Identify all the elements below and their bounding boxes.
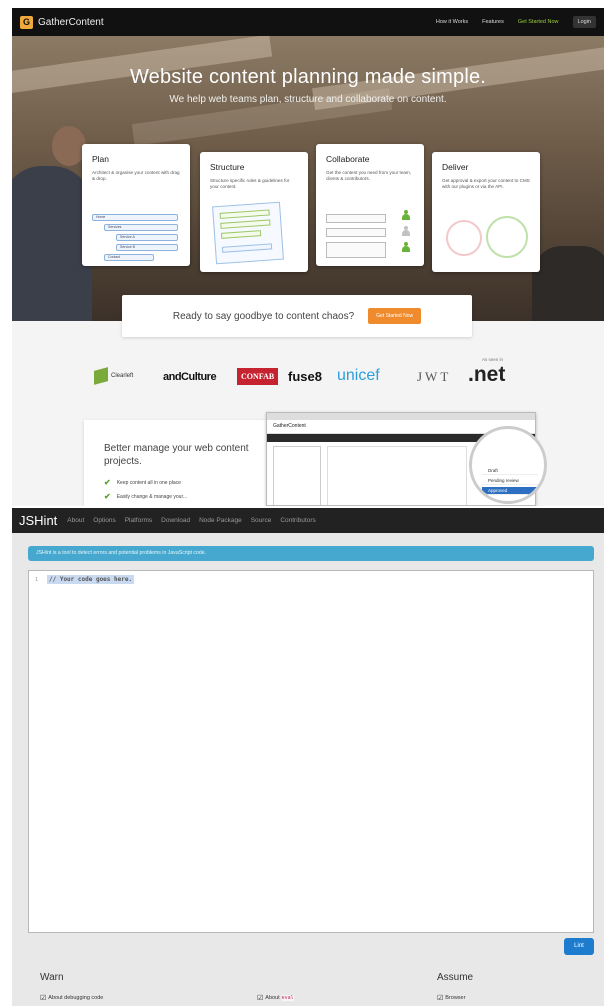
as-seen-in-label: As seen in: [482, 357, 504, 362]
nav-how-it-works[interactable]: How it Works: [436, 19, 468, 25]
hero-person-head: [52, 126, 86, 166]
nav-options[interactable]: Options: [93, 517, 115, 524]
nav-contributors[interactable]: Contributors: [280, 517, 315, 524]
unicef-logo: unicef: [337, 367, 380, 384]
feature-item: ✔ Easily change & manage your...: [104, 492, 188, 501]
structure-card-title: Structure: [210, 162, 245, 172]
confab-logo: CONFAB: [237, 368, 279, 385]
doc-field: [219, 209, 270, 219]
jshint-navbar: JSHint About Options Platforms Download …: [12, 508, 604, 533]
status-menu-item: Draft: [482, 467, 538, 475]
checkbox-checked-icon[interactable]: ☑: [40, 994, 46, 1002]
nav-source[interactable]: Source: [251, 517, 272, 524]
lint-button[interactable]: Lint: [564, 938, 594, 955]
hero-person-silhouette: [12, 166, 92, 321]
checkmark-icon: [486, 216, 528, 258]
gc-logo[interactable]: G GatherContent: [20, 15, 104, 29]
plan-card: Plan Architect & organise your content w…: [82, 144, 190, 266]
jwt-logo: JWT: [417, 369, 452, 384]
deliver-ring: [446, 220, 482, 256]
structure-card: Structure Structure specific rules & gui…: [200, 152, 308, 272]
tree-item: Contact: [104, 254, 154, 261]
jshint-brand[interactable]: JSHint: [19, 513, 57, 528]
get-started-button[interactable]: Get Started Now: [368, 308, 422, 324]
user-icon: [402, 210, 410, 220]
hero: Website content planning made simple. We…: [12, 36, 604, 321]
assume-browser-option[interactable]: ☑ Browser: [437, 994, 465, 1002]
deliver-card-text: Get approval & export your content to CM…: [442, 178, 530, 189]
tree-item: Services: [104, 224, 178, 231]
gathercontent-page: G GatherContent How it Works Features Ge…: [12, 8, 604, 506]
doc-field: [220, 219, 271, 229]
feature-title: Better manage your web content projects.: [104, 443, 249, 467]
user-icon: [402, 226, 410, 236]
gc-navbar: G GatherContent How it Works Features Ge…: [12, 8, 604, 36]
feature-card: Better manage your web content projects.…: [84, 420, 274, 506]
line-number: 1: [35, 577, 39, 583]
nav-get-started[interactable]: Get Started Now: [518, 19, 559, 25]
warn-eval-option[interactable]: ☑ About eval: [257, 994, 294, 1002]
warn-heading: Warn: [40, 972, 64, 983]
structure-doc: [212, 201, 284, 265]
feature-item: ✔ Keep content all in one place: [104, 478, 181, 487]
tree-item: Service A: [116, 234, 178, 241]
warn-debug-option[interactable]: ☑ About debugging code: [40, 994, 103, 1002]
collab-field: [326, 242, 386, 258]
deliver-card: Deliver Get approval & export your conte…: [432, 152, 540, 272]
checkbox-checked-icon[interactable]: ☑: [437, 994, 443, 1002]
assume-heading: Assume: [437, 972, 474, 983]
code-line[interactable]: // Your code goes here.: [47, 575, 135, 584]
window-titlebar: [267, 413, 535, 420]
doc-field: [221, 243, 273, 253]
status-menu-item: Pending review: [482, 477, 538, 485]
doc-field: [220, 230, 262, 239]
nav-platforms[interactable]: Platforms: [125, 517, 152, 524]
ready-banner: Ready to say goodbye to content chaos? G…: [122, 295, 472, 337]
magnifier-circle: Draft Pending review Approved: [469, 426, 547, 504]
collab-field: [326, 214, 386, 223]
gc-logo-text: GatherContent: [38, 16, 104, 28]
structure-card-text: Structure specific rules & guidelines fo…: [210, 178, 290, 189]
hero-title: Website content planning made simple.: [129, 66, 487, 88]
app-sidebar: [273, 446, 321, 505]
collaborate-card-title: Collaborate: [326, 154, 370, 164]
checkmark-icon: ✔: [104, 478, 111, 487]
jshint-page: JSHint About Options Platforms Download …: [12, 508, 604, 1006]
user-icon: [402, 242, 410, 252]
collaborate-card-text: Get the content you need from your team,…: [326, 170, 412, 181]
collab-field: [326, 228, 386, 237]
nav-features[interactable]: Features: [482, 19, 504, 25]
ready-text: Ready to say goodbye to content chaos?: [172, 310, 355, 322]
app-main-panel: [327, 446, 467, 505]
andculture-logo: andCulture: [163, 371, 217, 383]
fuse8-logo: fuse8: [288, 369, 322, 384]
tree-item: Service B: [116, 244, 178, 251]
gc-logo-mark: G: [20, 15, 33, 29]
plan-card-title: Plan: [92, 154, 110, 164]
checkbox-checked-icon[interactable]: ☑: [257, 994, 263, 1002]
hero-person-silhouette: [532, 246, 604, 321]
status-menu-item: Approved: [482, 487, 538, 495]
code-editor[interactable]: 1 // Your code goes here.: [28, 570, 594, 933]
gc-nav-links: How it Works Features Get Started Now Lo…: [436, 8, 596, 36]
collaborate-card: Collaborate Get the content you need fro…: [316, 144, 424, 266]
cube-icon: [94, 367, 108, 385]
hero-subtitle: We help web teams plan, structure and co…: [169, 94, 447, 105]
nav-about[interactable]: About: [67, 517, 84, 524]
info-banner: JSHint is a tool to detect errors and po…: [28, 546, 594, 561]
plan-card-text: Architect & organise your content with d…: [92, 170, 180, 181]
nav-download[interactable]: Download: [161, 517, 190, 524]
checkmark-icon: ✔: [104, 492, 111, 501]
nav-node-package[interactable]: Node Package: [199, 517, 242, 524]
tree-item: Home: [92, 214, 178, 221]
login-button[interactable]: Login: [572, 16, 596, 28]
deliver-card-title: Deliver: [442, 162, 469, 172]
net-magazine-logo: .net: [468, 363, 506, 386]
clearleft-logo: Clearleft: [94, 367, 133, 385]
client-logos: Clearleft andCulture CONFAB fuse8 unicef…: [12, 357, 604, 403]
